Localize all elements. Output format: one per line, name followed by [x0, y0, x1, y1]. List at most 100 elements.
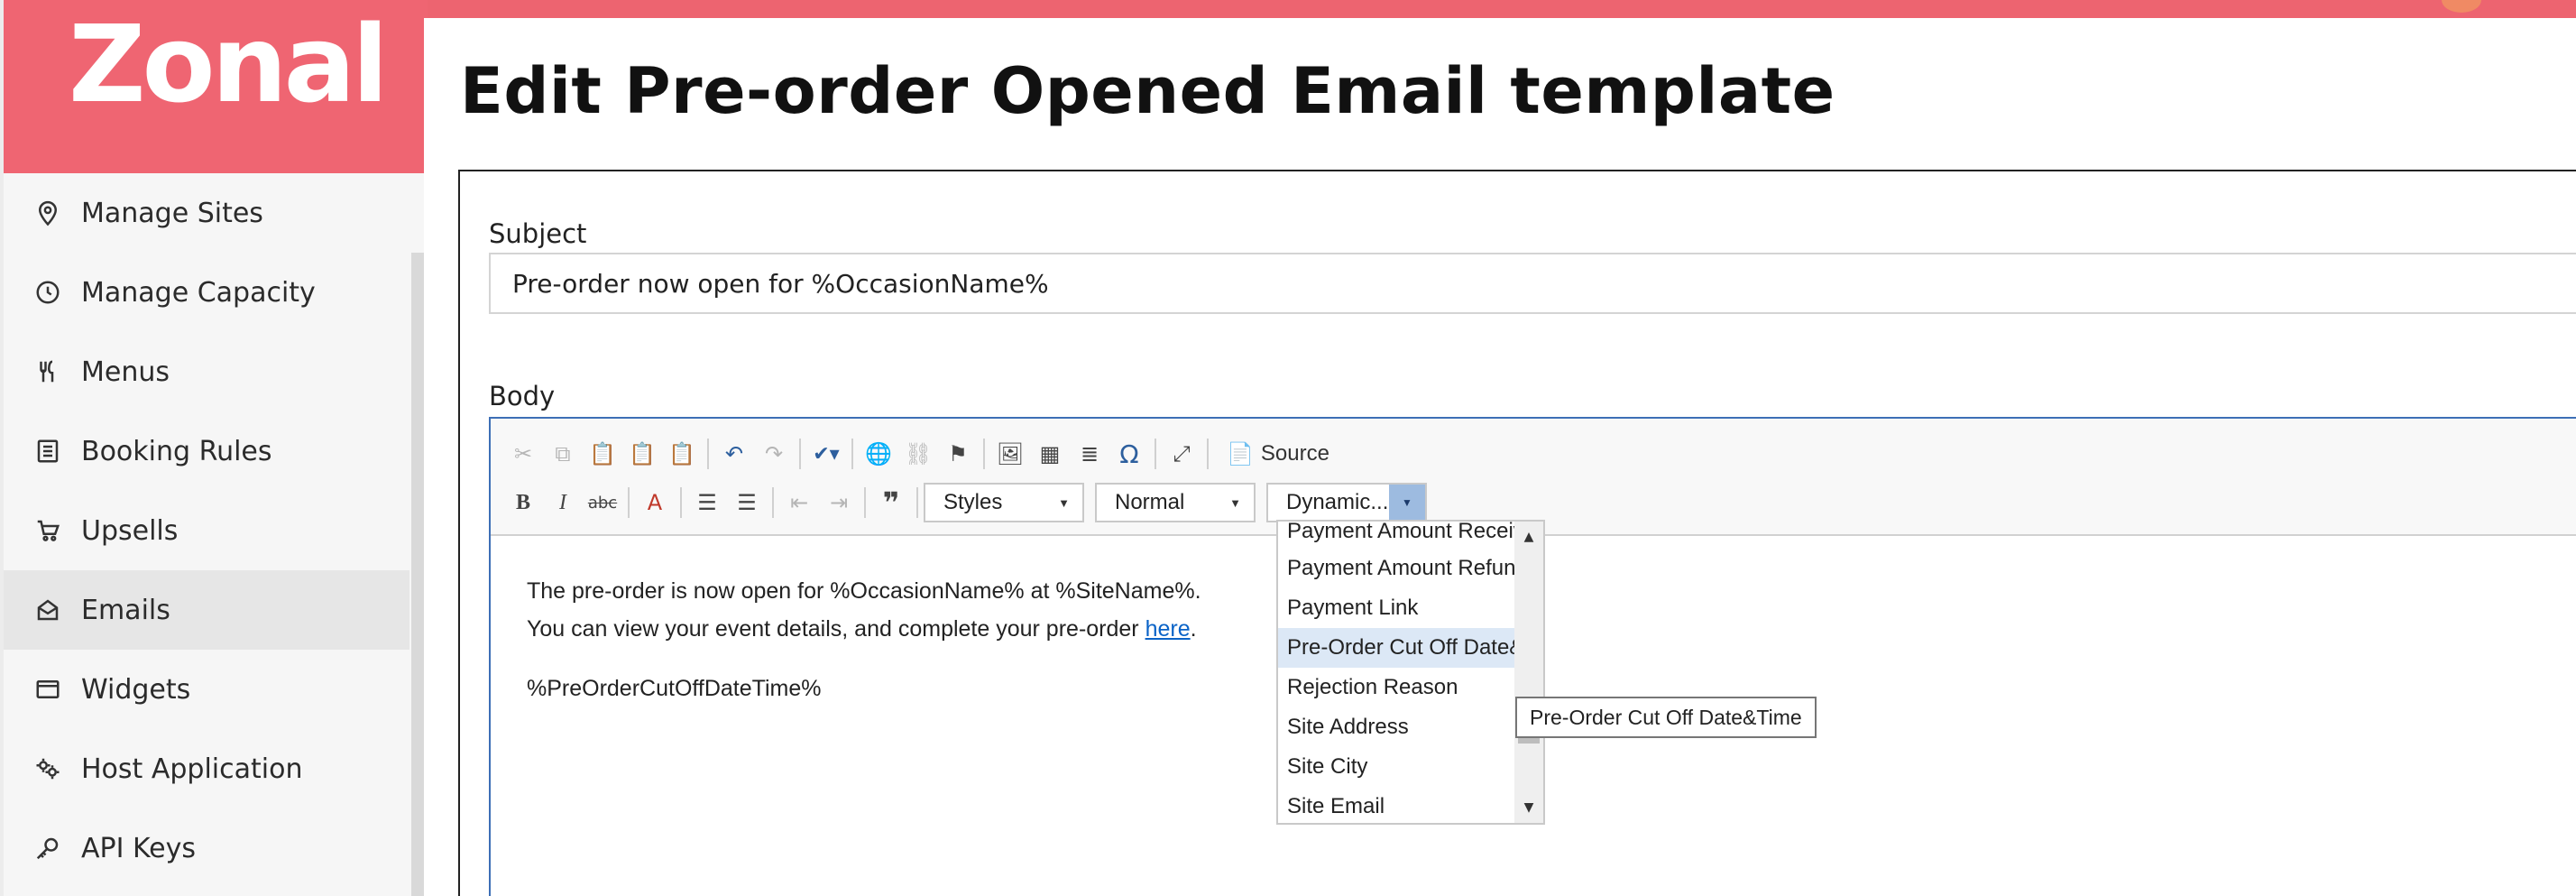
anchor-icon[interactable]: ⚑ [938, 434, 978, 474]
source-button[interactable]: 📄 Source [1227, 441, 1329, 467]
format-label: Normal [1115, 490, 1185, 514]
paste-text-icon[interactable]: 📋 [622, 434, 662, 474]
sidebar-item-label: Upsells [81, 514, 179, 547]
sidebar-item-emails[interactable]: Emails [4, 570, 409, 650]
sidebar-item-manage-capacity[interactable]: Manage Capacity [4, 253, 409, 332]
list-item[interactable]: Site Address [1278, 707, 1516, 747]
toolbar-separator [851, 439, 853, 469]
scroll-up-icon[interactable]: ▲ [1514, 525, 1543, 549]
subject-label: Subject [489, 218, 587, 249]
sidebar-item-label: Manage Capacity [81, 276, 316, 309]
checklist-icon [32, 436, 63, 466]
special-char-icon[interactable]: Ω [1109, 434, 1149, 474]
editor-content[interactable]: The pre-order is now open for %OccasionN… [527, 572, 1201, 707]
content-line: The pre-order is now open for %OccasionN… [527, 578, 1201, 604]
toolbar-row-1: ✂ ⧉ 📋 📋 📋 ↶ ↷ ✔▾ 🌐 ⛓ ⚑ 🖼 ▦ ≣ Ω ⤢ 📄 Sourc… [503, 431, 1329, 476]
sidebar-item-label: Booking Rules [81, 435, 272, 467]
page-title: Edit Pre-order Opened Email template [460, 54, 1835, 128]
list-item[interactable]: Site Email [1278, 787, 1516, 823]
styles-label: Styles [943, 490, 1003, 514]
styles-dropdown[interactable]: Styles ▼ [924, 483, 1084, 522]
undo-icon[interactable]: ↶ [714, 434, 754, 474]
chevron-down-icon: ▼ [1229, 495, 1241, 510]
source-label: Source [1260, 441, 1329, 466]
cut-icon[interactable]: ✂ [503, 434, 543, 474]
redo-icon[interactable]: ↷ [754, 434, 794, 474]
toolbar-separator [707, 439, 709, 469]
content-text: . [1190, 616, 1197, 642]
numbered-list-icon[interactable]: ☰ [687, 483, 727, 522]
user-avatar[interactable] [2442, 0, 2481, 13]
paste-icon[interactable]: 📋 [583, 434, 622, 474]
here-link[interactable]: here [1145, 616, 1191, 642]
image-icon[interactable]: 🖼 [990, 434, 1030, 474]
list-item-highlighted[interactable]: Pre-Order Cut Off Date& [1278, 628, 1516, 668]
dynamic-fields-options: Payment Amount Receiv Payment Amount Ref… [1278, 522, 1516, 823]
italic-icon[interactable]: I [543, 483, 583, 522]
sidebar-item-label: API Keys [81, 832, 197, 864]
remove-format-icon[interactable]: A [635, 483, 675, 522]
sidebar-nav: Manage Sites Manage Capacity Menus Booki… [4, 173, 409, 888]
outdent-icon[interactable]: ⇤ [779, 483, 819, 522]
dropdown-scrollbar[interactable]: ▲ ▼ [1514, 522, 1543, 823]
toolbar-separator [983, 439, 985, 469]
gears-icon [32, 753, 63, 784]
sidebar-item-label: Menus [81, 356, 170, 388]
sidebar-item-label: Emails [81, 594, 170, 626]
dynamic-fields-dropdown[interactable]: Dynamic... ▼ [1266, 483, 1427, 522]
toolbar-separator [799, 439, 801, 469]
blockquote-icon[interactable]: ❞ [871, 483, 911, 522]
sidebar-item-label: Host Application [81, 753, 303, 785]
scroll-down-icon[interactable]: ▼ [1514, 796, 1543, 819]
source-icon: 📄 [1227, 441, 1254, 466]
sidebar-scrollbar[interactable] [411, 253, 424, 896]
content-text: You can view your event details, and com… [527, 616, 1145, 642]
indent-icon[interactable]: ⇥ [819, 483, 859, 522]
list-item[interactable]: Payment Amount Receiv [1278, 522, 1516, 549]
list-item[interactable]: Payment Amount Refund [1278, 549, 1516, 588]
spellcheck-icon[interactable]: ✔▾ [806, 434, 846, 474]
copy-icon[interactable]: ⧉ [543, 434, 583, 474]
sidebar-item-manage-sites[interactable]: Manage Sites [4, 173, 409, 253]
sidebar-item-api-keys[interactable]: API Keys [4, 808, 409, 888]
horizontal-rule-icon[interactable]: ≣ [1070, 434, 1109, 474]
format-dropdown[interactable]: Normal ▼ [1095, 483, 1256, 522]
map-pin-icon [32, 198, 63, 228]
list-item[interactable]: Rejection Reason [1278, 668, 1516, 707]
toolbar-row-2: B I abc A ☰ ☰ ⇤ ⇥ ❞ Styles ▼ Normal ▼ Dy… [503, 480, 1438, 525]
sidebar-item-menus[interactable]: Menus [4, 332, 409, 411]
list-item[interactable]: Payment Link [1278, 588, 1516, 628]
strikethrough-icon[interactable]: abc [583, 483, 622, 522]
link-icon[interactable]: 🌐 [859, 434, 898, 474]
bulleted-list-icon[interactable]: ☰ [727, 483, 767, 522]
logo-area: Zonal [4, 0, 428, 173]
maximize-icon[interactable]: ⤢ [1162, 434, 1201, 474]
chevron-down-icon[interactable]: ▼ [1389, 485, 1425, 521]
paste-word-icon[interactable]: 📋 [662, 434, 702, 474]
content-line: %PreOrderCutOffDateTime% [527, 676, 822, 701]
toolbar-separator [628, 487, 630, 518]
sidebar-item-upsells[interactable]: Upsells [4, 491, 409, 570]
sidebar-item-host-application[interactable]: Host Application [4, 729, 409, 808]
sidebar-item-booking-rules[interactable]: Booking Rules [4, 411, 409, 491]
list-item[interactable]: Site City [1278, 747, 1516, 787]
editor-toolbar: ✂ ⧉ 📋 📋 📋 ↶ ↷ ✔▾ 🌐 ⛓ ⚑ 🖼 ▦ ≣ Ω ⤢ 📄 Sourc… [491, 419, 2576, 536]
body-label: Body [489, 381, 556, 411]
toolbar-separator [680, 487, 682, 518]
content-line: You can view your event details, and com… [527, 610, 1201, 648]
envelope-icon [32, 595, 63, 625]
zonal-logo[interactable]: Zonal [69, 5, 389, 123]
dynamic-fields-list[interactable]: Payment Amount Receiv Payment Amount Ref… [1276, 520, 1545, 825]
sidebar-item-label: Widgets [81, 673, 191, 706]
sidebar-item-widgets[interactable]: Widgets [4, 650, 409, 729]
tooltip: Pre-Order Cut Off Date&Time [1515, 697, 1817, 738]
cart-icon [32, 515, 63, 546]
sidebar: Zonal Manage Sites Manage Capacity Menus… [0, 0, 428, 896]
bold-icon[interactable]: B [503, 483, 543, 522]
unlink-icon[interactable]: ⛓ [898, 434, 938, 474]
table-icon[interactable]: ▦ [1030, 434, 1070, 474]
cutlery-icon [32, 356, 63, 387]
toolbar-separator [1155, 439, 1156, 469]
subject-input[interactable] [489, 253, 2576, 314]
